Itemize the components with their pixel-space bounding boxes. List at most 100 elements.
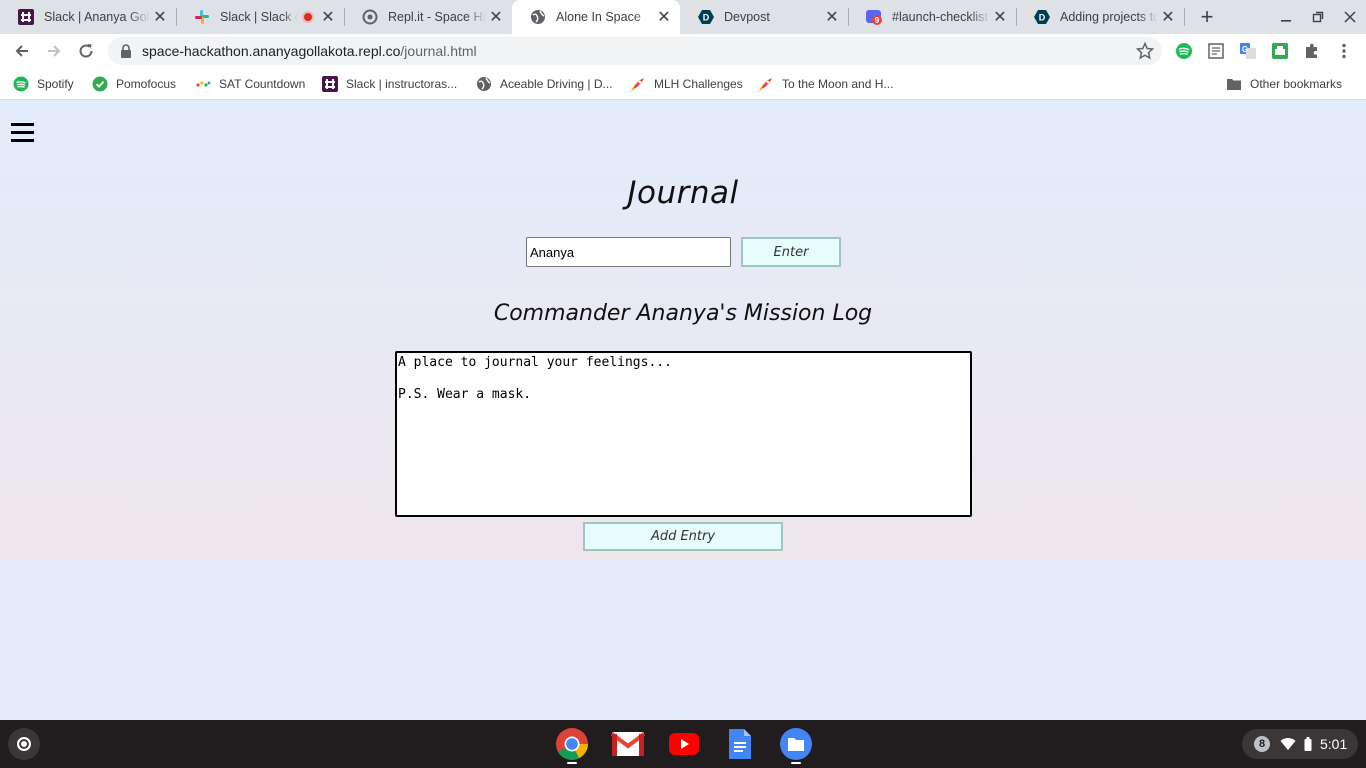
minimize-button[interactable] bbox=[1270, 0, 1302, 34]
tab-title: Slack | Ananya Gollakota bbox=[44, 10, 150, 24]
bookmark-label: MLH Challenges bbox=[654, 77, 743, 91]
files-app[interactable] bbox=[778, 726, 814, 762]
tab-title: Alone In Space bbox=[556, 10, 641, 24]
tab-separator bbox=[1184, 8, 1185, 26]
globe-icon bbox=[476, 76, 492, 92]
tab-title: Devpost bbox=[724, 10, 770, 24]
arrow-left-icon bbox=[15, 45, 28, 57]
reader-extension-icon[interactable] bbox=[1206, 41, 1226, 61]
tab-slack-call[interactable]: Slack | Slack call ✕ bbox=[176, 0, 344, 34]
commander-name-input[interactable] bbox=[526, 237, 731, 267]
add-entry-button[interactable]: Add Entry bbox=[583, 522, 783, 551]
tab-title: Repl.it - Space Hackathon bbox=[388, 10, 486, 24]
running-indicator bbox=[567, 762, 577, 764]
spotify-icon bbox=[13, 76, 29, 92]
page-viewport: Journal Enter Commander Ananya's Mission… bbox=[0, 101, 1366, 720]
tab-title: Slack | Slack call bbox=[220, 10, 298, 24]
running-indicator bbox=[791, 762, 801, 764]
hamburger-menu-icon[interactable] bbox=[11, 123, 34, 142]
bookmark-label: To the Moon and H... bbox=[782, 77, 894, 91]
devpost-icon: D bbox=[1034, 9, 1050, 25]
close-icon bbox=[1344, 11, 1356, 23]
tab-adding-projects[interactable]: D Adding projects to ✕ bbox=[1016, 0, 1184, 34]
address-bar[interactable]: space-hackathon.ananyagollakota.repl.co/… bbox=[108, 37, 1162, 65]
bookmark-label: Pomofocus bbox=[116, 77, 177, 91]
bookmark-slack-instructoras[interactable]: Slack | instructoras... bbox=[322, 75, 457, 93]
bookmark-aceable-driving[interactable]: Aceable Driving | D... bbox=[476, 75, 613, 93]
clock: 5:01 bbox=[1320, 736, 1348, 752]
svg-text:9: 9 bbox=[875, 16, 880, 25]
enter-button[interactable]: Enter bbox=[741, 237, 841, 267]
close-tab-icon[interactable]: ✕ bbox=[990, 7, 1010, 27]
check-circle-icon bbox=[92, 76, 108, 92]
mission-log-title: Commander Ananya's Mission Log bbox=[493, 301, 873, 326]
bookmark-pomofocus[interactable]: Pomofocus bbox=[92, 75, 176, 93]
menu-kebab-icon[interactable] bbox=[1334, 41, 1354, 61]
gmail-icon bbox=[611, 732, 645, 756]
tab-launch-checklist[interactable]: 9 #launch-checklist ✕ bbox=[848, 0, 1016, 34]
extensions-puzzle-icon[interactable] bbox=[1302, 41, 1322, 61]
browser-toolbar: space-hackathon.ananyagollakota.repl.co/… bbox=[0, 34, 1366, 68]
tab-strip: Slack | Ananya Gollakota ✕ Slack | Slack… bbox=[0, 0, 1366, 34]
gmail-app[interactable] bbox=[610, 726, 646, 762]
other-bookmarks[interactable]: Other bookmarks bbox=[1226, 75, 1342, 93]
bookmark-to-the-moon[interactable]: To the Moon and H... bbox=[758, 75, 893, 93]
launcher-button[interactable] bbox=[8, 728, 40, 760]
close-tab-icon[interactable]: ✕ bbox=[150, 7, 170, 27]
close-tab-icon[interactable]: ✕ bbox=[822, 7, 842, 27]
page-title: Journal bbox=[627, 175, 739, 211]
status-tray[interactable]: 8 5:01 bbox=[1242, 729, 1358, 759]
bookmark-sat-countdown[interactable]: SAT Countdown bbox=[195, 75, 305, 93]
lock-icon bbox=[120, 44, 134, 58]
minimize-icon bbox=[1281, 20, 1291, 22]
back-button[interactable] bbox=[8, 37, 36, 65]
tab-title: #launch-checklist bbox=[892, 10, 988, 24]
url-text: space-hackathon.ananyagollakota.repl.co/… bbox=[142, 43, 477, 59]
tab-replit[interactable]: Repl.it - Space Hackathon ✕ bbox=[344, 0, 512, 34]
discord-icon: 9 bbox=[866, 9, 882, 25]
bookmark-label: Slack | instructoras... bbox=[346, 77, 458, 91]
launcher-icon bbox=[17, 737, 31, 751]
url-path: /journal.html bbox=[400, 43, 477, 59]
url-host: space-hackathon.ananyagollakota.repl.co bbox=[142, 43, 401, 59]
close-tab-icon[interactable]: ✕ bbox=[654, 7, 674, 27]
chrome-icon bbox=[556, 728, 588, 760]
bookmark-label: SAT Countdown bbox=[219, 77, 306, 91]
tab-slack-ananya[interactable]: Slack | Ananya Gollakota ✕ bbox=[0, 0, 176, 34]
svg-text:G: G bbox=[1242, 45, 1248, 54]
docs-icon bbox=[729, 729, 751, 759]
dots-icon bbox=[195, 76, 211, 92]
replit-icon bbox=[362, 9, 378, 25]
reload-button[interactable] bbox=[72, 37, 100, 65]
translate-extension-icon[interactable]: G bbox=[1238, 41, 1258, 61]
svg-text:D: D bbox=[1039, 13, 1046, 23]
close-window-button[interactable] bbox=[1334, 0, 1366, 34]
docs-app[interactable] bbox=[722, 726, 758, 762]
devpost-icon: D bbox=[698, 9, 714, 25]
new-tab-button[interactable]: + bbox=[1194, 4, 1220, 30]
slack-workspace-icon bbox=[322, 76, 338, 92]
files-icon bbox=[780, 728, 812, 760]
bookmark-mlh-challenges[interactable]: MLH Challenges bbox=[630, 75, 743, 93]
close-tab-icon[interactable]: ✕ bbox=[486, 7, 506, 27]
spotify-extension-icon[interactable] bbox=[1174, 41, 1194, 61]
youtube-app[interactable] bbox=[666, 726, 702, 762]
svg-text:D: D bbox=[703, 13, 710, 23]
print-extension-icon[interactable] bbox=[1270, 41, 1290, 61]
close-tab-icon[interactable]: ✕ bbox=[318, 7, 338, 27]
youtube-icon bbox=[669, 733, 699, 755]
globe-icon bbox=[530, 9, 546, 25]
bookmark-spotify[interactable]: Spotify bbox=[13, 75, 74, 93]
restore-button[interactable] bbox=[1302, 0, 1334, 34]
tab-devpost[interactable]: D Devpost ✕ bbox=[680, 0, 848, 34]
journal-entry-textarea[interactable]: A place to journal your feelings... P.S.… bbox=[395, 351, 972, 517]
tab-title: Adding projects to bbox=[1060, 10, 1158, 24]
forward-button[interactable] bbox=[40, 37, 68, 65]
tab-alone-in-space[interactable]: Alone In Space ✕ bbox=[512, 0, 680, 34]
bookmark-star-icon[interactable] bbox=[1135, 41, 1155, 60]
rocket-icon bbox=[758, 76, 774, 92]
close-tab-icon[interactable]: ✕ bbox=[1158, 7, 1178, 27]
recording-icon bbox=[302, 11, 314, 23]
chrome-app[interactable] bbox=[554, 726, 590, 762]
slack-icon bbox=[194, 9, 210, 25]
